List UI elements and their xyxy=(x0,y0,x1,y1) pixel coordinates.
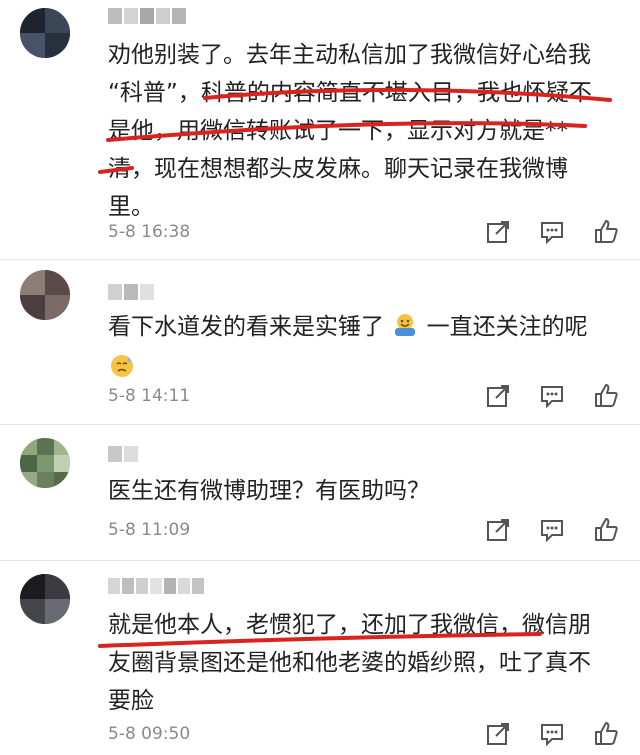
comment-actions xyxy=(484,382,620,410)
comment-text: 医生还有微博助理？有医助吗？ xyxy=(108,478,430,504)
comment-text: 劝他别装了。去年主动私信加了我微信好心给我 “科普”，科普的内容简直不堪入目，我… xyxy=(108,42,592,220)
avatar[interactable] xyxy=(20,270,70,320)
avatar[interactable] xyxy=(20,8,70,58)
comment-actions xyxy=(484,720,620,748)
comment-text: 看下水道发的看来是实锤了 一直还关注的呢 xyxy=(108,308,618,392)
avatar[interactable] xyxy=(20,438,70,488)
username-blurred[interactable] xyxy=(108,578,206,594)
comment-time: 5-8 16:38 xyxy=(108,222,191,242)
username-blurred[interactable] xyxy=(108,446,140,462)
comment-icon[interactable] xyxy=(538,516,566,544)
comment-icon[interactable] xyxy=(538,218,566,246)
avatar[interactable] xyxy=(20,574,70,624)
comment-icon[interactable] xyxy=(538,720,566,748)
comment-item: 看下水道发的看来是实锤了 一直还关注的呢 5-8 14:11 xyxy=(0,262,640,422)
thumbs-up-icon[interactable] xyxy=(592,218,620,246)
thumbs-up-icon[interactable] xyxy=(592,382,620,410)
comment-actions xyxy=(484,516,620,544)
divider xyxy=(0,424,640,425)
comment-actions xyxy=(484,218,620,246)
username-blurred[interactable] xyxy=(108,284,156,300)
divider xyxy=(0,259,640,260)
divider xyxy=(0,560,640,561)
share-icon[interactable] xyxy=(484,720,512,748)
comment-time: 5-8 09:50 xyxy=(108,724,191,744)
comment-item: 劝他别装了。去年主动私信加了我微信好心给我 “科普”，科普的内容简直不堪入目，我… xyxy=(0,0,640,255)
grinning-emoji-icon xyxy=(391,310,419,350)
share-icon[interactable] xyxy=(484,382,512,410)
share-icon[interactable] xyxy=(484,516,512,544)
comment-item: 就是他本人，老惯犯了，还加了我微信，微信朋 友圈背景图还是他和他老婆的婚纱照，吐… xyxy=(0,564,640,755)
thumbs-up-icon[interactable] xyxy=(592,516,620,544)
thumbs-up-icon[interactable] xyxy=(592,720,620,748)
share-icon[interactable] xyxy=(484,218,512,246)
comment-time: 5-8 11:09 xyxy=(108,520,191,540)
comment-text: 就是他本人，老惯犯了，还加了我微信，微信朋 友圈背景图还是他和他老婆的婚纱照，吐… xyxy=(108,612,591,714)
comment-time: 5-8 14:11 xyxy=(108,386,191,406)
comment-item: 医生还有微博助理？有医助吗？ 5-8 11:09 xyxy=(0,428,640,558)
username-blurred[interactable] xyxy=(108,8,188,24)
comment-icon[interactable] xyxy=(538,382,566,410)
